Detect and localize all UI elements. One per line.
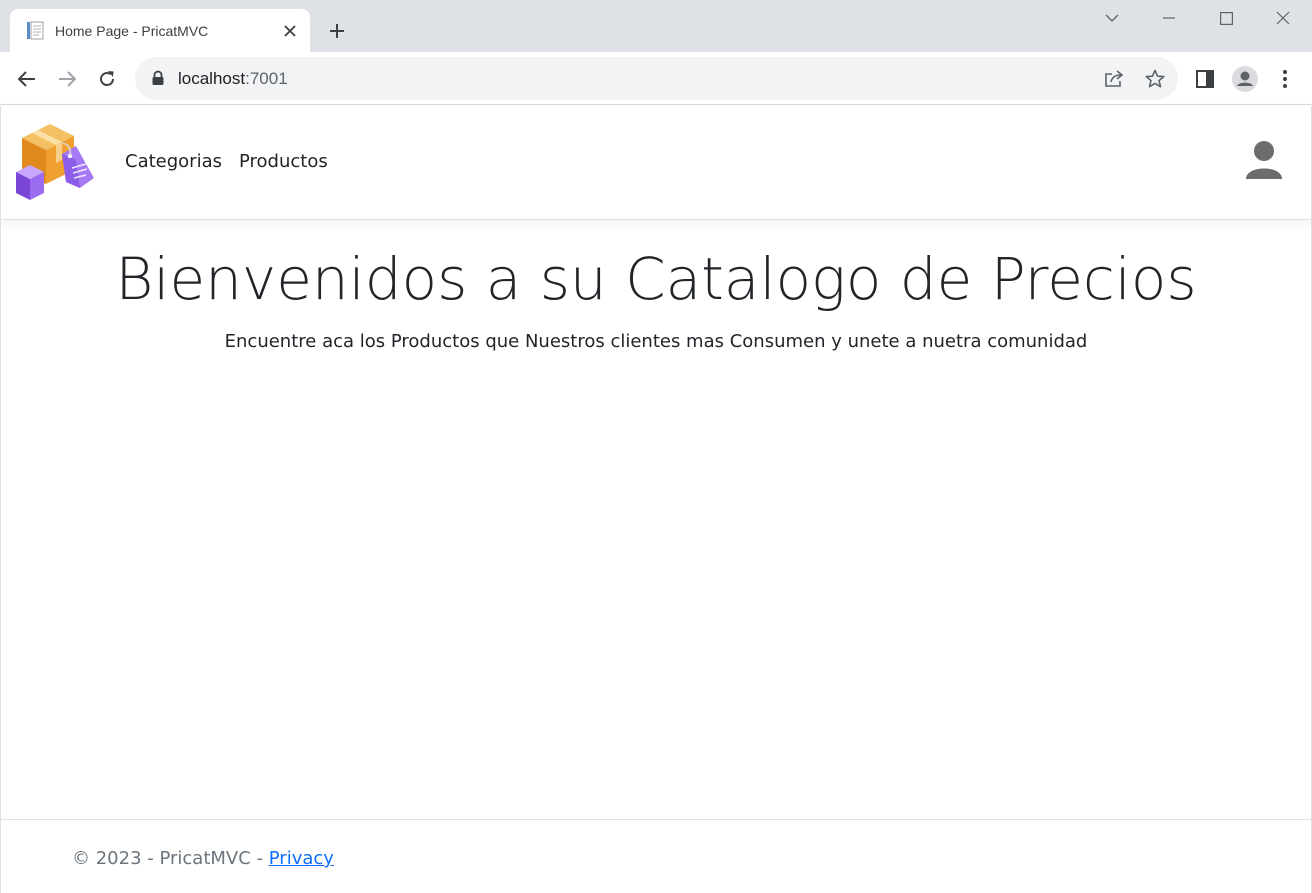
forward-button[interactable]	[50, 62, 84, 96]
minimize-button[interactable]	[1151, 4, 1187, 32]
privacy-link[interactable]: Privacy	[269, 848, 334, 869]
plus-icon	[330, 24, 344, 38]
user-icon[interactable]	[1244, 139, 1284, 181]
page-icon	[24, 20, 46, 42]
side-panel-button[interactable]	[1188, 62, 1222, 96]
star-icon[interactable]	[1141, 65, 1169, 93]
close-window-button[interactable]	[1265, 4, 1301, 32]
kebab-menu-icon	[1283, 70, 1287, 88]
arrow-left-icon	[18, 71, 35, 87]
profile-icon	[1232, 66, 1258, 92]
browser-tabstrip: Home Page - PricatMVC	[0, 0, 1312, 52]
tab-search-button[interactable]	[1094, 4, 1130, 32]
site-footer: © 2023 - PricatMVC - Privacy	[0, 819, 1312, 893]
arrow-right-icon	[59, 71, 76, 87]
lock-icon	[151, 70, 165, 86]
browser-tab[interactable]: Home Page - PricatMVC	[10, 9, 310, 52]
maximize-icon	[1219, 11, 1233, 25]
close-tab-icon[interactable]	[280, 21, 300, 41]
nav-link-productos[interactable]: Productos	[239, 151, 328, 172]
address-bar[interactable]: localhost:7001	[135, 57, 1178, 100]
profile-button[interactable]	[1228, 62, 1262, 96]
maximize-button[interactable]	[1208, 4, 1244, 32]
footer-text: © 2023 - PricatMVC - Privacy	[72, 848, 334, 869]
chevron-down-icon	[1105, 14, 1119, 22]
url-host: localhost	[178, 69, 246, 88]
boxes-logo[interactable]	[14, 120, 96, 204]
url-port: :7001	[245, 69, 288, 88]
page-edge	[0, 106, 1, 893]
browser-toolbar: localhost:7001	[0, 52, 1312, 105]
page-lead: Encuentre aca los Productos que Nuestros…	[224, 331, 1088, 352]
reload-button[interactable]	[90, 62, 124, 96]
site-navbar: Categorias Productos	[0, 106, 1312, 220]
close-icon	[1276, 11, 1290, 25]
tab-title: Home Page - PricatMVC	[55, 22, 209, 39]
minimize-icon	[1163, 17, 1175, 19]
url-text: localhost:7001	[178, 69, 288, 89]
reload-icon	[100, 71, 114, 86]
page-title: Bienvenidos a su Catalogo de Precios	[115, 245, 1197, 313]
new-tab-button[interactable]	[322, 16, 352, 46]
share-icon[interactable]	[1100, 65, 1128, 93]
back-button[interactable]	[10, 62, 44, 96]
side-panel-icon	[1196, 70, 1214, 88]
main-content: Bienvenidos a su Catalogo de Precios Enc…	[0, 221, 1312, 819]
browser-menu-button[interactable]	[1268, 62, 1302, 96]
footer-copyright: © 2023 - PricatMVC -	[72, 848, 269, 869]
nav-link-categorias[interactable]: Categorias	[125, 151, 222, 172]
